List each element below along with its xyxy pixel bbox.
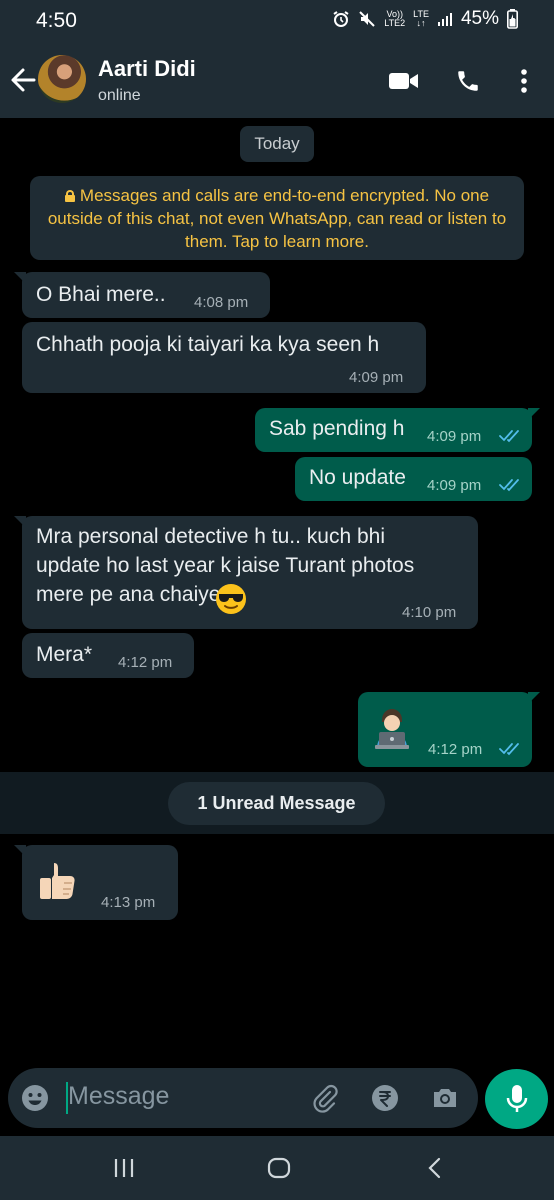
mic-icon	[506, 1085, 527, 1112]
paperclip-icon[interactable]	[310, 1083, 340, 1113]
message-time: 4:10 pm	[402, 604, 457, 621]
chevron-left-icon	[428, 1157, 441, 1179]
double-check-icon	[499, 743, 519, 756]
mute-icon	[359, 11, 375, 27]
mic-button[interactable]	[485, 1069, 548, 1129]
message-input[interactable]: Message	[68, 1082, 169, 1111]
technologist-emoji-icon	[375, 709, 409, 749]
message-time: 4:09 pm	[349, 369, 404, 386]
message-text: Mera*	[36, 643, 93, 666]
phone-icon	[458, 71, 478, 91]
status-time: 4:50	[36, 9, 77, 32]
voice-call-button[interactable]	[452, 66, 484, 96]
status-icons: Vo)) LTE2 LTE ↓↑ 45%	[332, 8, 518, 30]
message-bubble-outgoing[interactable]: Sab pending h 4:09 pm	[255, 408, 540, 452]
back-button[interactable]	[8, 64, 38, 96]
menu-button[interactable]	[508, 66, 540, 96]
emoji-icon[interactable]	[20, 1083, 50, 1113]
message-text: Chhath pooja ki taiyari ka kya seen h	[36, 333, 380, 356]
system-nav-bar	[0, 1136, 554, 1200]
double-check-icon	[499, 479, 519, 492]
contact-status: online	[98, 87, 141, 104]
message-bubble-incoming[interactable]: 4:13 pm	[14, 845, 178, 920]
message-bubble-outgoing[interactable]: No update 4:09 pm	[295, 457, 532, 501]
message-composer[interactable]: Message	[8, 1068, 478, 1128]
message-time: 4:12 pm	[118, 654, 173, 671]
camera-icon[interactable]	[430, 1083, 460, 1113]
home-icon	[267, 1157, 291, 1179]
message-bubble-incoming[interactable]: O Bhai mere.. 4:08 pm	[14, 272, 270, 318]
alarm-icon	[333, 11, 349, 27]
arrow-back-icon	[11, 68, 36, 92]
video-call-icon	[389, 73, 418, 89]
recents-icon	[114, 1159, 134, 1177]
contact-name[interactable]: Aarti Didi	[98, 56, 196, 82]
volte-indicator: Vo)) LTE2	[384, 9, 406, 28]
message-bubble-incoming[interactable]: Mera* 4:12 pm	[22, 633, 194, 678]
message-time: 4:09 pm	[427, 428, 482, 445]
message-bubble-incoming[interactable]: Mra personal detective h tu.. kuch bhi u…	[14, 516, 478, 629]
status-bar: 4:50 Vo)) LTE2 LTE ↓↑ 45%	[0, 0, 554, 42]
message-time: 4:08 pm	[194, 294, 249, 311]
video-call-button[interactable]	[388, 66, 420, 96]
thumbs-up-emoji-icon	[40, 863, 75, 899]
system-back-button[interactable]	[424, 1156, 444, 1180]
message-text: O Bhai mere..	[36, 283, 166, 306]
date-chip: Today	[240, 126, 314, 162]
message-text: Sab pending h	[269, 417, 405, 440]
chat-header: Aarti Didi online	[0, 42, 554, 118]
unread-divider: 1 Unread Message	[0, 772, 554, 834]
lock-icon	[64, 190, 75, 202]
encryption-text: Messages and calls are end-to-end encryp…	[47, 186, 507, 251]
chat-area[interactable]: Today Messages and calls are end-to-end …	[0, 118, 554, 1066]
message-bubble-incoming[interactable]: Chhath pooja ki taiyari ka kya seen h 4:…	[22, 322, 426, 393]
battery-percent: 45%	[460, 8, 499, 29]
message-time: 4:09 pm	[427, 477, 482, 494]
battery-icon	[507, 9, 518, 29]
encryption-notice[interactable]: Messages and calls are end-to-end encryp…	[30, 176, 524, 260]
double-check-icon	[499, 430, 519, 443]
unread-chip: 1 Unread Message	[168, 782, 385, 825]
rupee-icon[interactable]	[370, 1083, 400, 1113]
message-time: 4:12 pm	[428, 741, 483, 758]
sunglasses-emoji-icon	[216, 584, 246, 614]
lte-indicator: LTE ↓↑	[413, 9, 429, 28]
avatar[interactable]	[38, 55, 86, 103]
message-bubble-outgoing[interactable]: 4:12 pm	[358, 692, 540, 767]
signal-icon	[437, 13, 452, 26]
message-text: No update	[309, 466, 406, 489]
message-time: 4:13 pm	[101, 894, 156, 911]
home-button[interactable]	[266, 1156, 292, 1180]
more-vert-icon	[521, 69, 527, 93]
recent-apps-button[interactable]	[112, 1156, 136, 1180]
